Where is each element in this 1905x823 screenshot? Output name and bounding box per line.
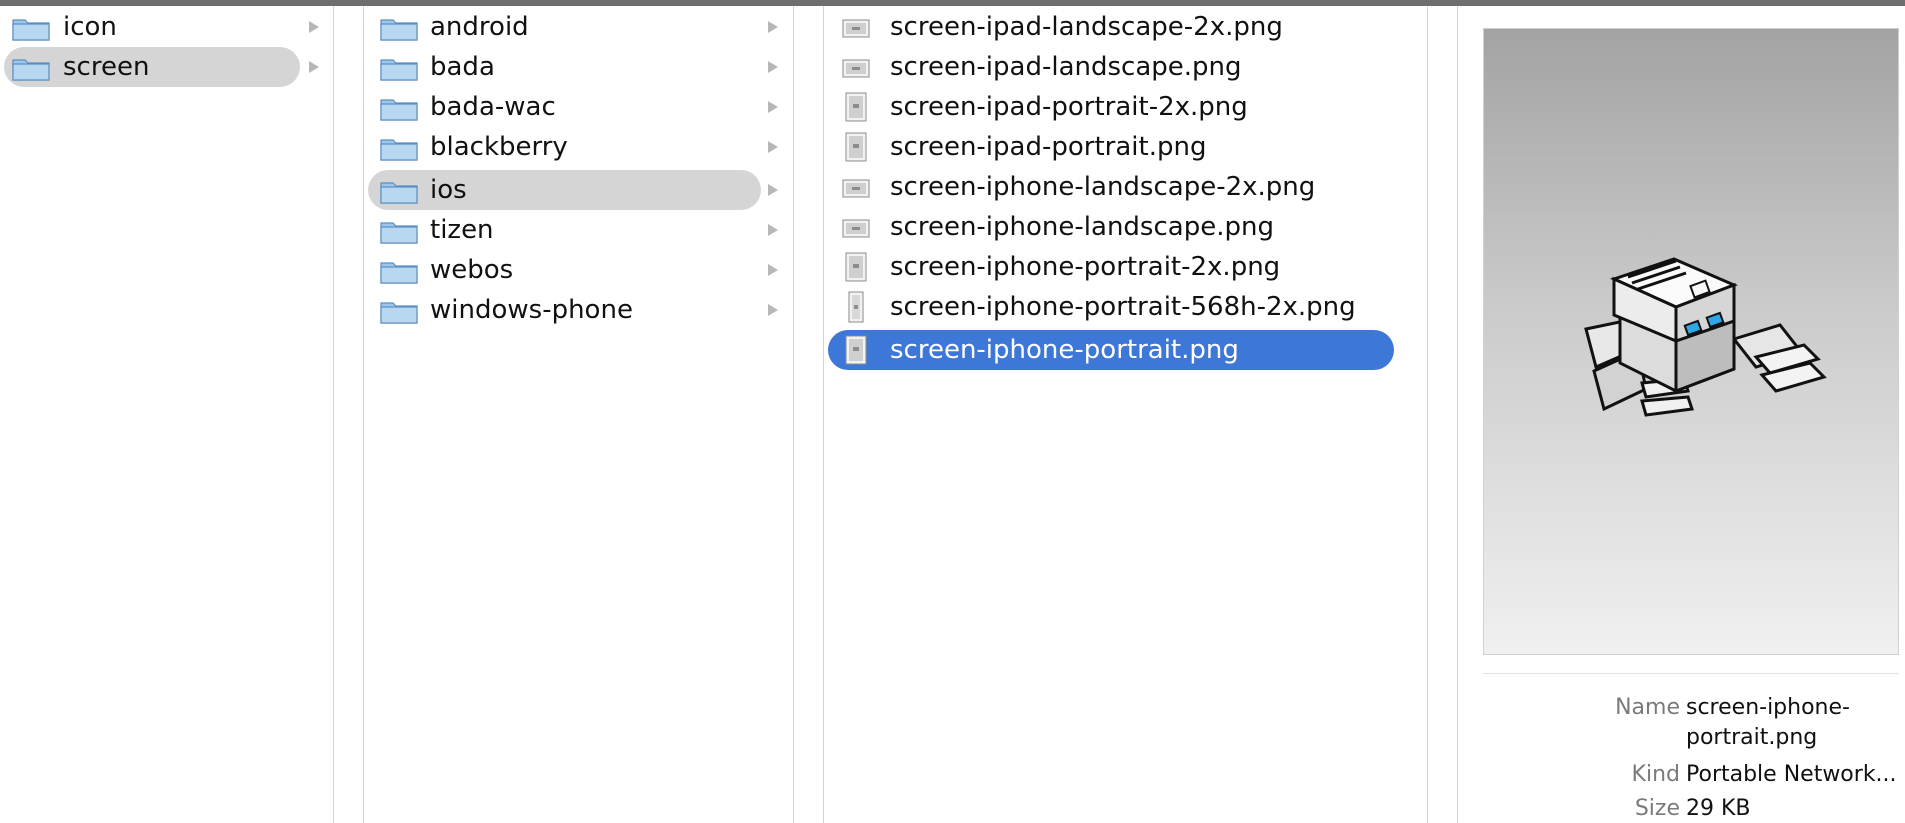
preview-image xyxy=(1483,28,1899,655)
info-name-key: Name xyxy=(1615,695,1680,720)
info-name-value: screen-iphone- xyxy=(1686,695,1850,720)
folder-icon xyxy=(380,302,418,324)
folder-icon xyxy=(380,99,418,121)
file-label: screen-iphone-landscape-2x.png xyxy=(890,172,1316,202)
file-label: screen-iphone-landscape.png xyxy=(890,212,1274,242)
folder-icon xyxy=(380,182,418,204)
list-item-android[interactable]: android xyxy=(364,7,793,47)
chevron-right-icon xyxy=(768,21,778,33)
landscape-image-file-icon xyxy=(842,219,870,238)
column-divider[interactable] xyxy=(793,6,824,823)
info-kind-key: Kind xyxy=(1631,762,1680,787)
file-label: screen-ipad-landscape-2x.png xyxy=(890,12,1283,42)
folder-icon xyxy=(380,139,418,161)
info-name-value-line2: portrait.png xyxy=(1686,725,1818,750)
file-item[interactable]: screen-ipad-portrait-2x.png xyxy=(824,87,1427,127)
tall-portrait-image-file-icon xyxy=(848,291,864,323)
list-item-label: tizen xyxy=(430,215,494,245)
list-item-label: bada xyxy=(430,52,495,82)
column-divider[interactable] xyxy=(333,6,364,823)
list-item-label: blackberry xyxy=(430,132,568,162)
list-item-label: webos xyxy=(430,255,514,285)
folder-icon xyxy=(380,19,418,41)
list-item-label: screen xyxy=(63,52,150,82)
list-item-webos[interactable]: webos xyxy=(364,250,793,290)
landscape-image-file-icon xyxy=(842,179,870,198)
list-item-windows-phone[interactable]: windows-phone xyxy=(364,290,793,330)
column-2[interactable]: android bada bada-wac blackberry ios tiz… xyxy=(364,6,793,823)
file-label: screen-ipad-landscape.png xyxy=(890,52,1242,82)
portrait-image-file-icon xyxy=(845,252,867,282)
folder-icon xyxy=(380,59,418,81)
preview-divider xyxy=(1483,673,1899,674)
chevron-right-icon xyxy=(768,184,778,196)
chevron-right-icon xyxy=(768,224,778,236)
chevron-right-icon xyxy=(768,101,778,113)
file-item[interactable]: screen-ipad-landscape.png xyxy=(824,47,1427,87)
chevron-right-icon xyxy=(768,304,778,316)
column-1[interactable]: icon screen xyxy=(0,6,333,823)
file-item[interactable]: screen-iphone-landscape.png xyxy=(824,207,1427,247)
list-item-screen[interactable]: screen xyxy=(4,47,300,87)
column-divider[interactable] xyxy=(1427,6,1458,823)
list-item-label: bada-wac xyxy=(430,92,556,122)
file-label: screen-iphone-portrait.png xyxy=(890,335,1239,365)
landscape-image-file-icon xyxy=(842,59,870,78)
list-item-label: android xyxy=(430,12,529,42)
file-label: screen-ipad-portrait-2x.png xyxy=(890,92,1248,122)
list-item-label: ios xyxy=(430,175,467,205)
chevron-right-icon xyxy=(768,141,778,153)
landscape-image-file-icon xyxy=(842,19,870,38)
column-3[interactable]: screen-ipad-landscape-2x.png screen-ipad… xyxy=(824,6,1427,823)
file-item[interactable]: screen-ipad-landscape-2x.png xyxy=(824,7,1427,47)
list-item-blackberry[interactable]: blackberry xyxy=(364,127,793,167)
list-item-tizen[interactable]: tizen xyxy=(364,210,793,250)
folder-icon xyxy=(380,222,418,244)
folder-icon xyxy=(12,59,50,81)
info-size-key: Size xyxy=(1634,796,1680,821)
info-kind-value: Portable Network... xyxy=(1686,762,1897,787)
list-item-ios[interactable]: ios xyxy=(368,170,761,210)
file-label: screen-ipad-portrait.png xyxy=(890,132,1207,162)
folder-icon xyxy=(12,19,50,41)
chevron-right-icon xyxy=(309,61,319,73)
file-item[interactable]: screen-iphone-portrait-568h-2x.png xyxy=(824,287,1427,327)
list-item-label: icon xyxy=(63,12,117,42)
file-label: screen-iphone-portrait-2x.png xyxy=(890,252,1281,282)
folder-icon xyxy=(380,262,418,284)
file-item-selected[interactable]: screen-iphone-portrait.png xyxy=(828,330,1394,370)
file-item[interactable]: screen-iphone-landscape-2x.png xyxy=(824,167,1427,207)
chevron-right-icon xyxy=(768,264,778,276)
list-item-bada-wac[interactable]: bada-wac xyxy=(364,87,793,127)
file-item[interactable]: screen-iphone-portrait-2x.png xyxy=(824,247,1427,287)
file-item[interactable]: screen-ipad-portrait.png xyxy=(824,127,1427,167)
list-item-bada[interactable]: bada xyxy=(364,47,793,87)
file-label: screen-iphone-portrait-568h-2x.png xyxy=(890,292,1356,322)
list-item-label: windows-phone xyxy=(430,295,633,325)
robot-preview-image xyxy=(1584,257,1827,417)
portrait-image-file-icon xyxy=(845,132,867,162)
portrait-image-file-icon xyxy=(845,92,867,122)
list-item-icon[interactable]: icon xyxy=(0,7,319,47)
portrait-image-file-icon xyxy=(845,335,867,365)
chevron-right-icon xyxy=(309,21,319,33)
info-size-value: 29 KB xyxy=(1686,796,1751,821)
chevron-right-icon xyxy=(768,61,778,73)
